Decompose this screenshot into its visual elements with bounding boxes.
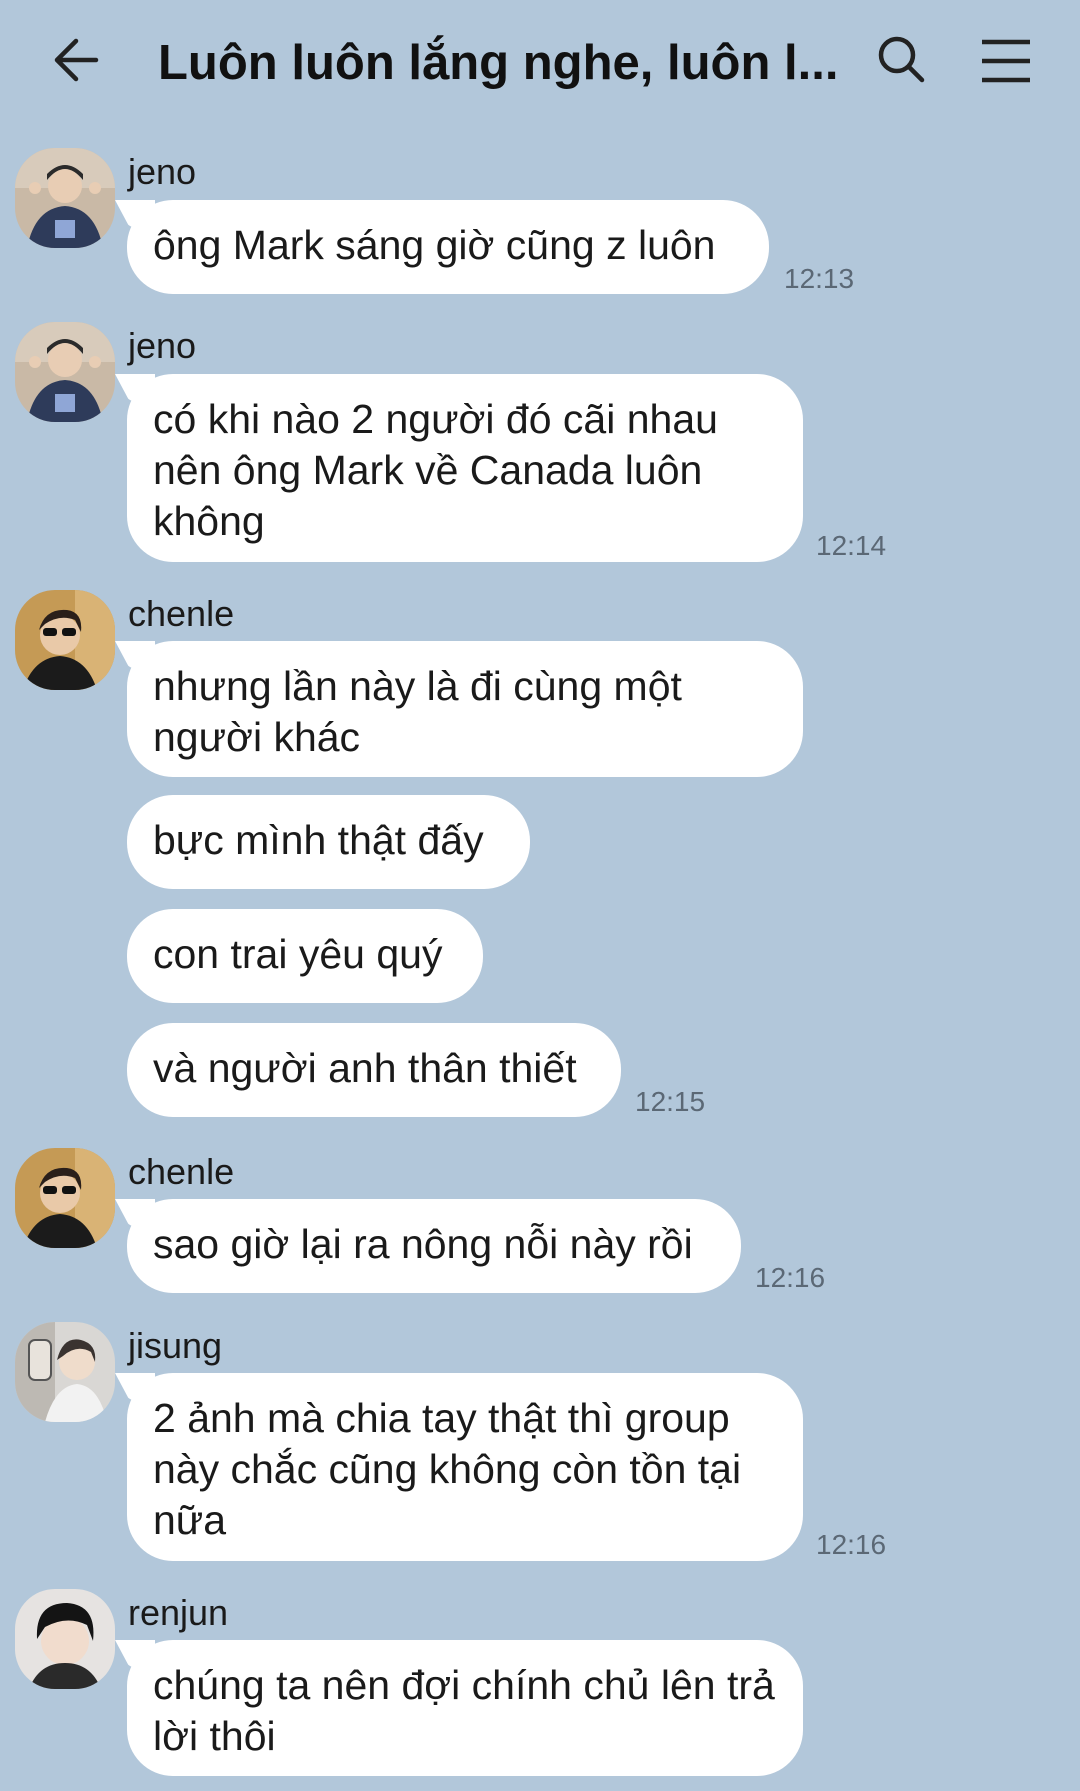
chat-header: Luôn luôn lắng nghe, luôn l...: [0, 0, 1080, 124]
sender-name: renjun: [128, 1592, 229, 1633]
message-bubble[interactable]: có khi nào 2 người đó cãi nhau nên ông M…: [127, 374, 803, 562]
message-time: 12:15: [635, 1086, 706, 1117]
avatar-image: [15, 590, 115, 690]
message-text: ông Mark sáng giờ cũng z luôn: [153, 222, 716, 268]
sender-name: jisung: [128, 1325, 223, 1366]
avatar-chenle[interactable]: [15, 590, 115, 690]
message-text: 2 ảnh mà chia tay thật thì group này chắ…: [153, 1395, 742, 1543]
message-bubble[interactable]: sao giờ lại ra nông nỗi này rồi: [127, 1199, 741, 1293]
menu-button[interactable]: [976, 30, 1036, 90]
message-bubble[interactable]: chúng ta nên đợi chính chủ lên trả lời t…: [127, 1640, 803, 1776]
message-time: 12:14: [816, 530, 887, 561]
arrow-left-icon: [54, 38, 99, 82]
message-bubble[interactable]: 2 ảnh mà chia tay thật thì group này chắ…: [127, 1373, 803, 1561]
search-button[interactable]: [872, 30, 932, 90]
sender-name: chenle: [128, 1151, 235, 1192]
message-bubble[interactable]: và người anh thân thiết: [127, 1023, 621, 1117]
search-icon: [878, 36, 925, 83]
hamburger-menu-icon: [982, 39, 1030, 83]
chat-title[interactable]: Luôn luôn lắng nghe, luôn l...: [158, 28, 838, 98]
message-text: con trai yêu quý: [153, 931, 443, 977]
message-bubble[interactable]: nhưng lần này là đi cùng một người khác: [127, 641, 803, 777]
message-bubble[interactable]: ông Mark sáng giờ cũng z luôn: [127, 200, 769, 294]
avatar-renjun[interactable]: [15, 1589, 115, 1689]
avatar-image: [15, 1589, 115, 1689]
avatar-image: [15, 1322, 115, 1422]
message-text: sao giờ lại ra nông nỗi này rồi: [153, 1221, 693, 1267]
sender-name: jeno: [128, 151, 197, 192]
message-text: nhưng lần này là đi cùng một người khác: [153, 663, 682, 760]
message-text: bực mình thật đấy: [153, 817, 484, 863]
message-time: 12:16: [755, 1262, 826, 1293]
message-text: có khi nào 2 người đó cãi nhau nên ông M…: [153, 396, 718, 544]
message-time: 12:16: [816, 1529, 887, 1560]
avatar-image: [15, 1148, 115, 1248]
message-text: và người anh thân thiết: [153, 1045, 577, 1091]
message-text: chúng ta nên đợi chính chủ lên trả lời t…: [153, 1662, 775, 1759]
avatar-jeno[interactable]: [15, 148, 115, 248]
message-time: 12:13: [784, 263, 855, 294]
back-button[interactable]: [46, 30, 106, 90]
avatar-image: [15, 148, 115, 248]
avatar-jisung[interactable]: [15, 1322, 115, 1422]
message-bubble[interactable]: bực mình thật đấy: [127, 795, 530, 889]
sender-name: chenle: [128, 593, 235, 634]
avatar-jeno[interactable]: [15, 322, 115, 422]
avatar-chenle[interactable]: [15, 1148, 115, 1248]
sender-name: jeno: [128, 325, 197, 366]
avatar-image: [15, 322, 115, 422]
message-bubble[interactable]: con trai yêu quý: [127, 909, 483, 1003]
